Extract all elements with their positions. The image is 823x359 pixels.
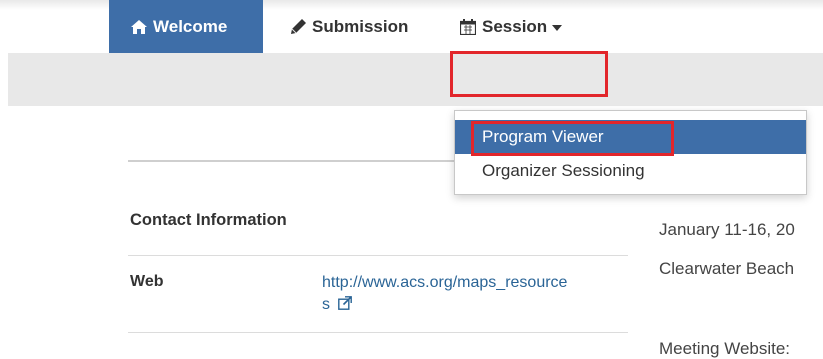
menu-item-label: Program Viewer [482,127,604,146]
calendar-icon [460,18,476,35]
nav-session-label: Session [482,16,548,36]
meeting-website-label: Meeting Website: [659,339,791,358]
session-dropdown-menu: Program Viewer Organizer Sessioning [454,110,807,195]
web-link-text-line2: s [322,296,330,313]
menu-item-program-viewer[interactable]: Program Viewer [455,120,806,154]
nav-welcome-label: Welcome [153,16,228,36]
external-link-icon [338,295,353,317]
nav-submission-label: Submission [312,16,409,36]
main-navbar [8,53,823,106]
caret-down-icon [552,24,563,31]
meeting-dates: January 11-16, 20 [659,220,795,239]
menu-item-organizer-sessioning[interactable]: Organizer Sessioning [455,156,806,186]
meeting-location: Clearwater Beach [659,259,795,278]
home-icon [131,19,147,34]
contact-information-heading: Contact Information [130,211,287,229]
pencil-icon [291,19,306,34]
web-link[interactable]: http://www.acs.org/maps_resource s [322,272,622,317]
table-row-divider [128,255,628,256]
web-link-text-line1: http://www.acs.org/maps_resource [322,274,568,291]
nav-session-dropdown-toggle[interactable]: Session [444,0,600,53]
web-label: Web [130,273,164,290]
menu-item-label: Organizer Sessioning [482,161,645,180]
table-row-divider [128,332,628,333]
nav-submission[interactable]: Submission [283,0,433,53]
nav-welcome[interactable]: Welcome [109,0,263,53]
